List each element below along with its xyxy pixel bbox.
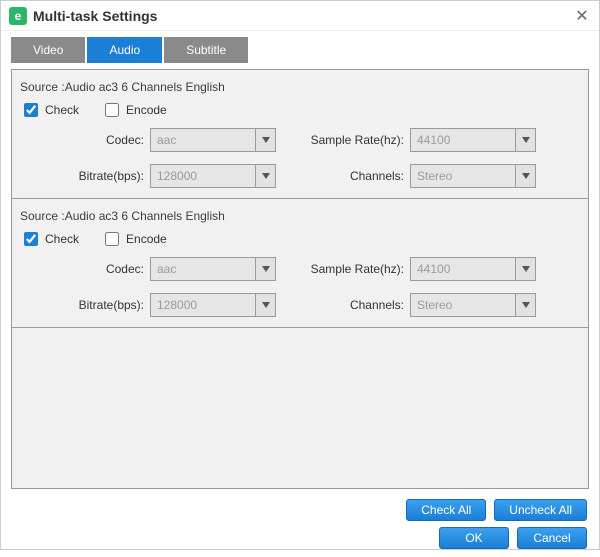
encode-checkbox[interactable]: Encode: [101, 229, 167, 249]
channels-value: Stereo: [411, 298, 515, 312]
sample-rate-value: 44100: [411, 133, 515, 147]
codec-select[interactable]: aac: [150, 257, 276, 281]
chevron-down-icon[interactable]: [255, 258, 275, 280]
channels-value: Stereo: [411, 169, 515, 183]
encode-input[interactable]: [105, 232, 119, 246]
check-label: Check: [45, 103, 79, 117]
channels-select[interactable]: Stereo: [410, 293, 536, 317]
bitrate-select[interactable]: 128000: [150, 164, 276, 188]
sample-rate-select[interactable]: 44100: [410, 128, 536, 152]
audio-track: Source :Audio ac3 6 Channels English Che…: [12, 70, 588, 199]
channels-label: Channels:: [280, 169, 410, 183]
codec-value: aac: [151, 262, 255, 276]
ok-button[interactable]: OK: [439, 527, 509, 549]
audio-track: Source :Audio ac3 6 Channels English Che…: [12, 199, 588, 328]
tab-video[interactable]: Video: [11, 37, 85, 63]
chevron-down-icon[interactable]: [515, 294, 535, 316]
encode-input[interactable]: [105, 103, 119, 117]
tracks-panel: Source :Audio ac3 6 Channels English Che…: [11, 69, 589, 489]
tab-bar: Video Audio Subtitle: [1, 31, 599, 63]
app-icon: e: [9, 7, 27, 25]
sample-rate-select[interactable]: 44100: [410, 257, 536, 281]
cancel-button[interactable]: Cancel: [517, 527, 587, 549]
chevron-down-icon[interactable]: [255, 294, 275, 316]
footer-ok-row: OK Cancel: [1, 525, 599, 557]
tab-subtitle[interactable]: Subtitle: [164, 37, 248, 63]
sample-rate-value: 44100: [411, 262, 515, 276]
titlebar: e Multi-task Settings ✕: [1, 1, 599, 31]
channels-label: Channels:: [280, 298, 410, 312]
bitrate-value: 128000: [151, 169, 255, 183]
chevron-down-icon[interactable]: [515, 258, 535, 280]
sample-rate-label: Sample Rate(hz):: [280, 133, 410, 147]
source-label: Source :Audio ac3 6 Channels English: [20, 209, 580, 223]
codec-label: Codec:: [20, 133, 150, 147]
sample-rate-label: Sample Rate(hz):: [280, 262, 410, 276]
encode-checkbox[interactable]: Encode: [101, 100, 167, 120]
check-input[interactable]: [24, 232, 38, 246]
check-checkbox[interactable]: Check: [20, 229, 79, 249]
check-checkbox[interactable]: Check: [20, 100, 79, 120]
window-title: Multi-task Settings: [33, 8, 573, 24]
tab-audio[interactable]: Audio: [87, 37, 162, 63]
check-input[interactable]: [24, 103, 38, 117]
codec-label: Codec:: [20, 262, 150, 276]
codec-value: aac: [151, 133, 255, 147]
codec-select[interactable]: aac: [150, 128, 276, 152]
check-all-button[interactable]: Check All: [406, 499, 486, 521]
encode-label: Encode: [126, 232, 167, 246]
check-label: Check: [45, 232, 79, 246]
chevron-down-icon[interactable]: [515, 165, 535, 187]
encode-label: Encode: [126, 103, 167, 117]
bitrate-select[interactable]: 128000: [150, 293, 276, 317]
bitrate-label: Bitrate(bps):: [20, 298, 150, 312]
close-icon[interactable]: ✕: [573, 6, 591, 26]
uncheck-all-button[interactable]: Uncheck All: [494, 499, 587, 521]
chevron-down-icon[interactable]: [255, 129, 275, 151]
chevron-down-icon[interactable]: [255, 165, 275, 187]
chevron-down-icon[interactable]: [515, 129, 535, 151]
bitrate-label: Bitrate(bps):: [20, 169, 150, 183]
channels-select[interactable]: Stereo: [410, 164, 536, 188]
source-label: Source :Audio ac3 6 Channels English: [20, 80, 580, 94]
bitrate-value: 128000: [151, 298, 255, 312]
footer-check-row: Check All Uncheck All: [1, 495, 599, 525]
